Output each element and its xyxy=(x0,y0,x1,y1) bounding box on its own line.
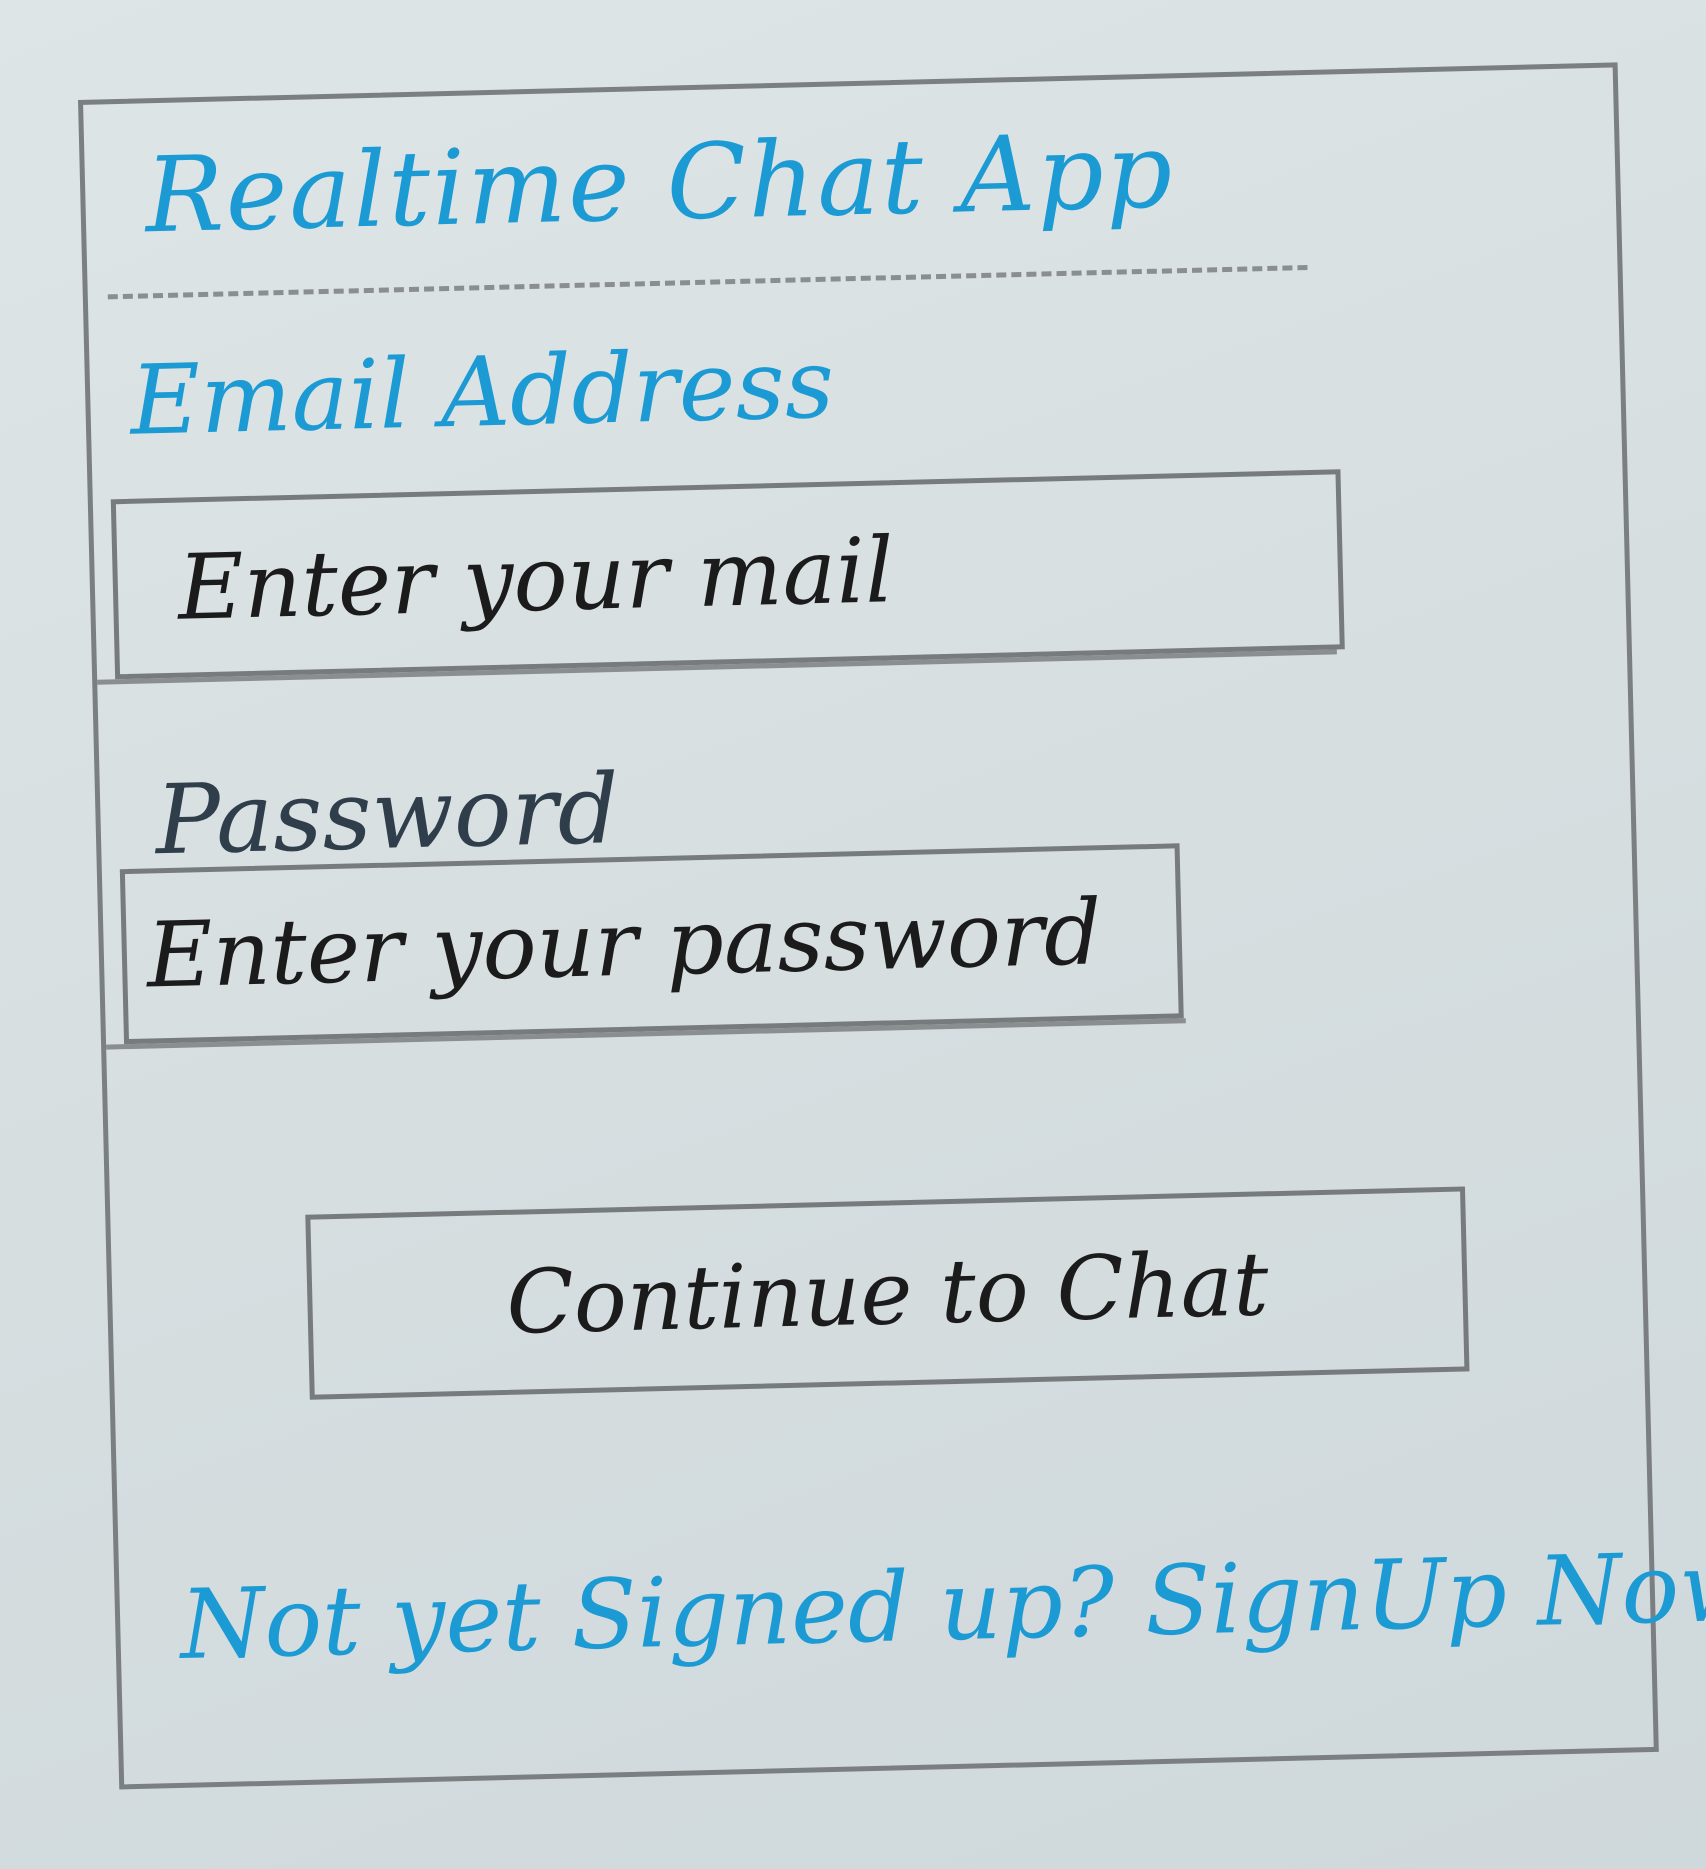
paper-background: Realtime Chat App Email Address Enter yo… xyxy=(0,0,1706,1869)
continue-button-label: Continue to Chat xyxy=(505,1232,1270,1354)
password-field[interactable]: Enter your password xyxy=(119,843,1184,1045)
header-divider xyxy=(107,265,1308,300)
app-title: Realtime Chat App xyxy=(143,109,1176,257)
email-field[interactable]: Enter your mail xyxy=(110,469,1345,680)
email-placeholder: Enter your mail xyxy=(176,517,895,641)
login-screen-frame: Realtime Chat App Email Address Enter yo… xyxy=(78,62,1706,1790)
email-label: Email Address xyxy=(128,327,836,457)
signup-link[interactable]: Not yet Signed up? SignUp Now xyxy=(179,1529,1706,1683)
continue-to-chat-button[interactable]: Continue to Chat xyxy=(305,1186,1470,1400)
password-placeholder: Enter your password xyxy=(145,880,1103,1009)
